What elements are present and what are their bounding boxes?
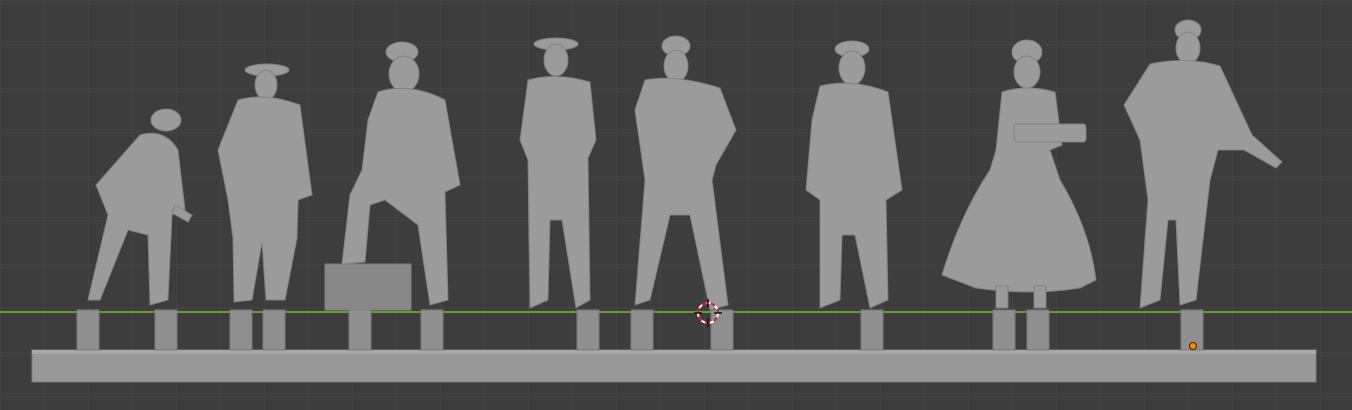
peg (710, 309, 734, 351)
peg (154, 309, 178, 351)
peg (630, 309, 654, 351)
base-board[interactable] (31, 349, 1317, 383)
peg (860, 309, 884, 351)
pegs (76, 309, 1204, 351)
peg (420, 309, 444, 351)
3d-viewport[interactable] (0, 0, 1352, 410)
fabric-stack (1013, 123, 1087, 143)
peg (229, 309, 253, 351)
peg (262, 309, 286, 351)
peg (992, 309, 1016, 351)
peg (576, 309, 600, 351)
base-board-highlight (32, 350, 1316, 354)
scene-canvas[interactable] (0, 0, 1352, 410)
peg (76, 309, 100, 351)
wooden-box (324, 263, 412, 311)
peg (348, 309, 372, 351)
peg (1026, 309, 1050, 351)
object-origin-icon (1189, 342, 1197, 350)
